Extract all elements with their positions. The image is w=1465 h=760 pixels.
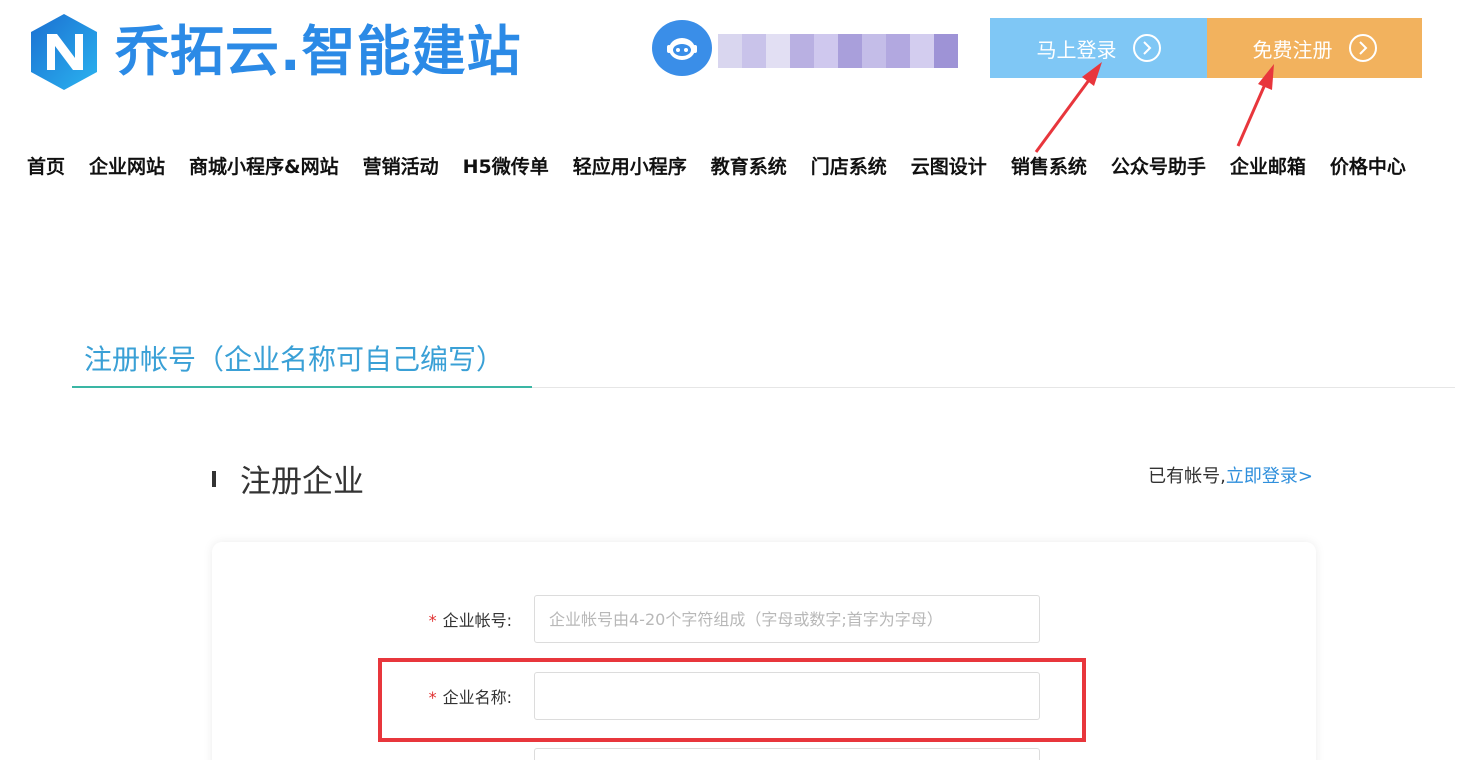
logo-mark-icon	[31, 14, 97, 90]
annotation-highlight-box	[378, 658, 1086, 742]
form-row-next	[212, 748, 1316, 760]
nav-item-design[interactable]: 云图设计	[911, 152, 987, 179]
form-row-account: * 企业帐号:	[212, 595, 1316, 643]
nav-item-sales[interactable]: 销售系统	[1011, 152, 1087, 179]
customer-service-icon[interactable]	[652, 20, 712, 76]
nav-item-light-app[interactable]: 轻应用小程序	[573, 152, 687, 179]
chevron-right-icon	[1348, 34, 1377, 62]
section-heading: 注册企业	[212, 456, 364, 501]
register-button-label: 免费注册	[1252, 37, 1333, 62]
logo[interactable]: 乔拓云.智能建站	[27, 12, 522, 92]
login-now-link[interactable]: 立即登录>	[1226, 462, 1313, 488]
tab-active-underline	[72, 386, 532, 388]
login-button-label: 马上登录	[1036, 37, 1117, 62]
nav-item-wechat-assistant[interactable]: 公众号助手	[1111, 152, 1206, 179]
nav-item-h5[interactable]: H5微传单	[463, 152, 549, 179]
section-title: 注册企业	[240, 464, 364, 500]
chevron-right-icon	[1132, 34, 1161, 62]
nav-item-enterprise-website[interactable]: 企业网站	[89, 152, 165, 179]
have-account-row: 已有帐号, 立即登录>	[1148, 462, 1313, 488]
account-input[interactable]	[534, 595, 1040, 643]
nav-item-store[interactable]: 门店系统	[811, 152, 887, 179]
register-button[interactable]: 免费注册	[1207, 18, 1422, 78]
main-nav: 首页 企业网站 商城小程序&网站 营销活动 H5微传单 轻应用小程序 教育系统 …	[27, 152, 1430, 179]
nav-item-marketing[interactable]: 营销活动	[363, 152, 439, 179]
logo-text: 乔拓云.智能建站	[115, 20, 522, 83]
login-button[interactable]: 马上登录	[990, 18, 1207, 78]
nav-item-mall-miniprogram[interactable]: 商城小程序&网站	[189, 152, 339, 179]
tab-bar: 注册帐号（企业名称可自己编写）	[72, 336, 1455, 388]
nav-item-pricing[interactable]: 价格中心	[1330, 152, 1406, 179]
next-field-input[interactable]	[534, 748, 1040, 760]
account-label: * 企业帐号:	[428, 611, 512, 630]
blurred-contact-info	[718, 34, 958, 68]
nav-item-education[interactable]: 教育系统	[711, 152, 787, 179]
tab-register-account[interactable]: 注册帐号（企业名称可自己编写）	[84, 338, 504, 378]
nav-item-email[interactable]: 企业邮箱	[1230, 152, 1306, 179]
nav-item-home[interactable]: 首页	[27, 152, 65, 179]
have-account-text: 已有帐号,	[1148, 466, 1226, 487]
section-bar	[212, 470, 216, 487]
